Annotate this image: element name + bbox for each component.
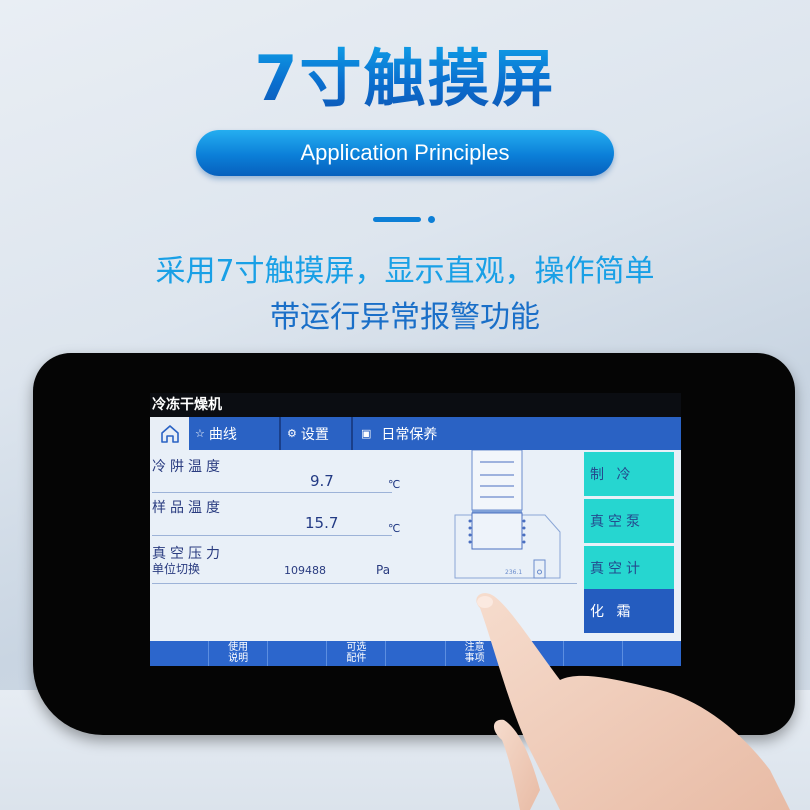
star-icon: ☆	[195, 427, 205, 440]
home-icon	[160, 424, 179, 443]
divider-line	[373, 217, 421, 222]
tab-maintenance-label: 日常保养	[381, 426, 438, 443]
subtitle-line-1: 采用7寸触摸屏，显示直观，操作简单	[155, 254, 655, 289]
sample-temp-value: 15.7	[305, 514, 339, 532]
diagram-value: 236.1	[505, 569, 522, 576]
cold-trap-temp-label: 冷阱温度	[152, 459, 224, 475]
tab-home[interactable]	[150, 417, 189, 450]
bottom-cell[interactable]	[150, 641, 210, 666]
application-principles-banner: Application Principles	[196, 130, 614, 176]
row-divider	[152, 535, 392, 536]
tab-curve[interactable]: ☆ 曲线	[189, 417, 281, 450]
pointing-hand-image	[476, 593, 790, 810]
user-manual-button[interactable]: 使用 说明	[209, 641, 269, 666]
unit-switch-button[interactable]: 单位切换	[152, 560, 200, 577]
subtitle-line-2: 带运行异常报警功能	[270, 300, 540, 335]
cold-trap-temp-unit: ℃	[388, 478, 401, 491]
gear-icon: ⚙	[287, 427, 297, 440]
tab-settings[interactable]: ⚙ 设置	[281, 417, 353, 450]
tab-bar: ☆ 曲线 ⚙ 设置 ▣ 日常保养	[150, 417, 681, 450]
bottom-cell[interactable]	[386, 641, 446, 666]
vacuum-pressure-unit: Pa	[376, 563, 391, 577]
document-icon: ▣	[361, 427, 372, 440]
cold-trap-temp-value: 9.7	[310, 472, 334, 490]
vacuum-pressure-value: 109488	[284, 564, 326, 577]
bottom-cell[interactable]	[268, 641, 328, 666]
vacuum-gauge-button[interactable]: 真空计	[584, 546, 674, 590]
vacuum-pump-button[interactable]: 真空泵	[584, 499, 674, 543]
row-divider	[152, 492, 392, 493]
tab-settings-label: 设置	[300, 426, 329, 443]
sample-temp-unit: ℃	[388, 522, 401, 535]
divider-dot	[428, 216, 435, 223]
optional-parts-button[interactable]: 可选 配件	[327, 641, 387, 666]
freeze-dryer-diagram: 236.1	[454, 450, 561, 579]
sample-temp-label: 样品温度	[152, 500, 224, 516]
app-title: 冷冻干燥机	[150, 393, 681, 417]
tab-daily-maintenance[interactable]: ▣ 日常保养	[353, 417, 681, 450]
tab-curve-label: 曲线	[208, 426, 237, 443]
page-headline: 7寸触摸屏	[0, 28, 810, 118]
refrigeration-button[interactable]: 制 冷	[584, 452, 674, 496]
